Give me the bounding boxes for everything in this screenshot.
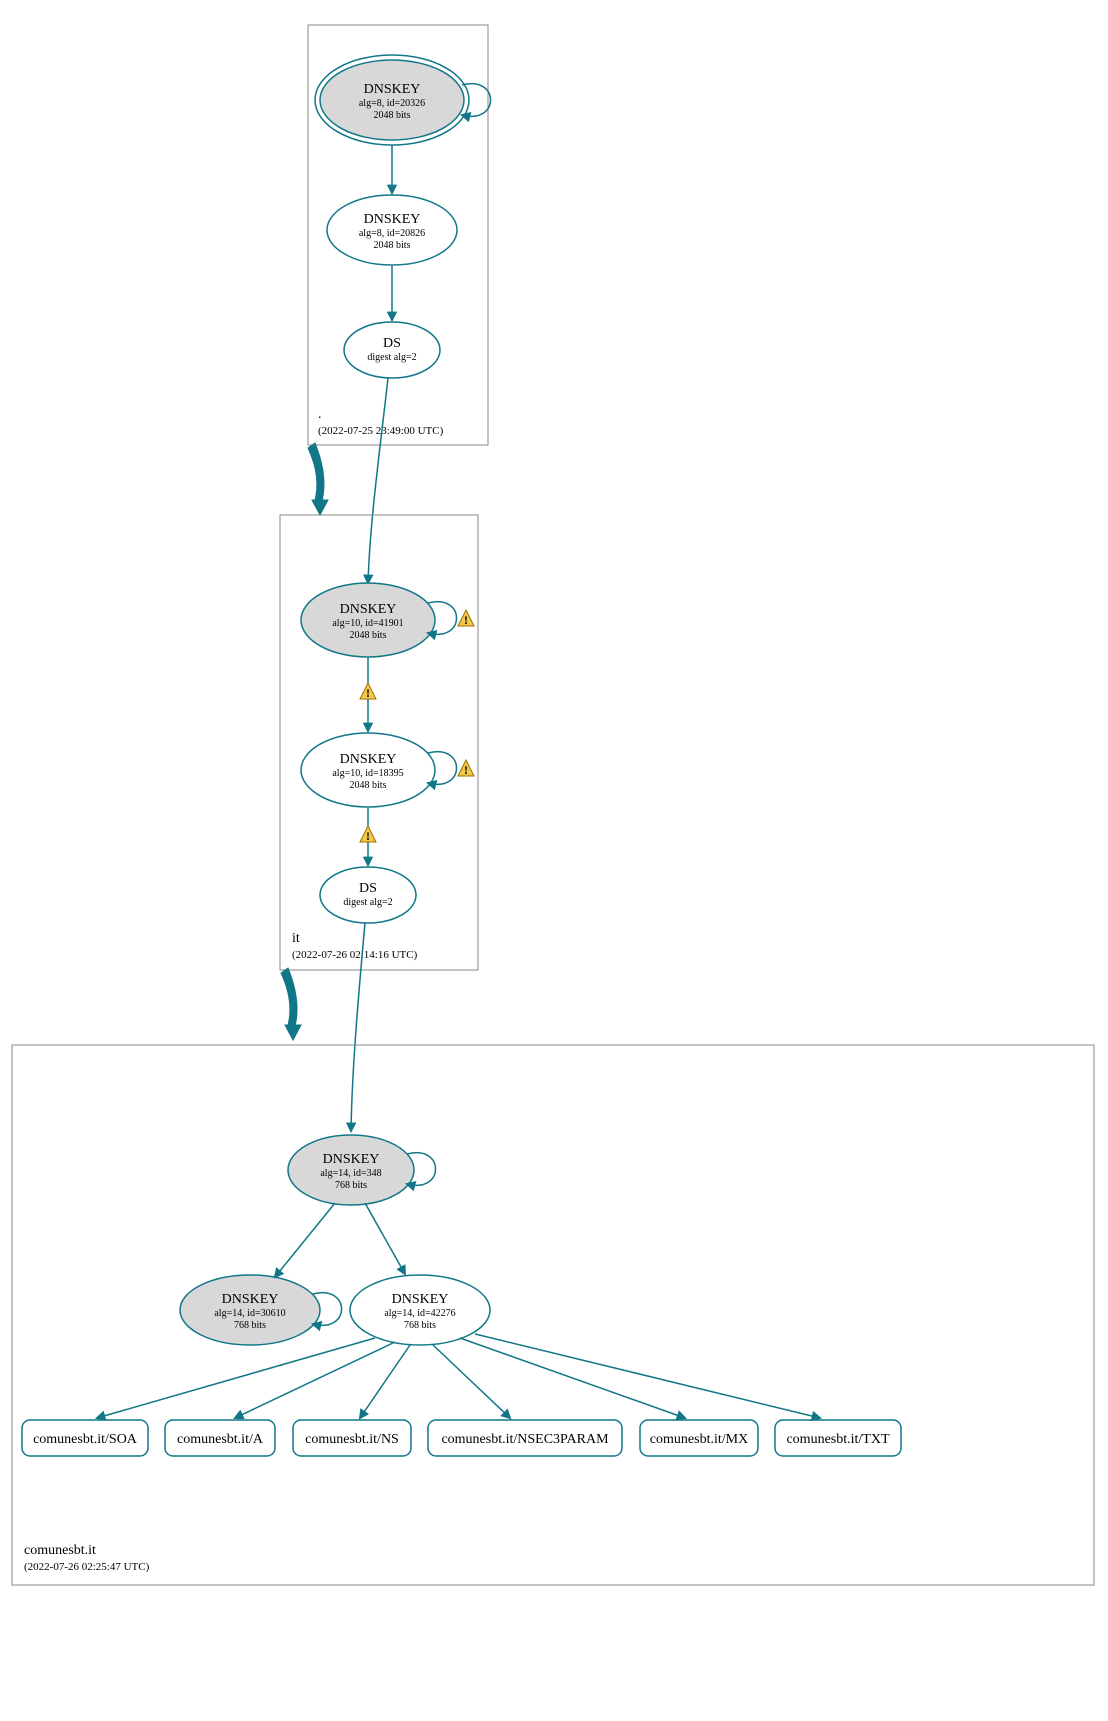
dnssec-chain-diagram: . (2022-07-25 23:49:00 UTC) DNSKEY alg=8…: [0, 0, 1108, 1721]
zone-domain-name: comunesbt.it: [24, 1543, 96, 1558]
rr-mx: comunesbt.it/MX: [640, 1420, 758, 1456]
zone-domain-box: [12, 1045, 1094, 1585]
node-root-ksk: DNSKEY alg=8, id=20326 2048 bits: [315, 55, 469, 145]
svg-text:768 bits: 768 bits: [335, 1180, 367, 1191]
zone-domain-timestamp: (2022-07-26 02:25:47 UTC): [24, 1561, 150, 1573]
node-dom-zsk2: DNSKEY alg=14, id=42276 768 bits: [350, 1275, 490, 1345]
svg-text:768 bits: 768 bits: [404, 1320, 436, 1331]
zone-it-name: it: [292, 931, 300, 946]
warning-icon: !: [360, 683, 376, 700]
node-root-ds: DS digest alg=2: [344, 322, 440, 378]
edge-zsk2-a: [235, 1342, 395, 1418]
rr-txt: comunesbt.it/TXT: [775, 1420, 901, 1456]
svg-text:DS: DS: [383, 336, 401, 351]
edge-dom-ksk-zsk2: [365, 1203, 405, 1274]
delegation-arrow-it-domain: [281, 968, 297, 1033]
svg-text:DNSKEY: DNSKEY: [392, 1292, 449, 1307]
svg-text:comunesbt.it/SOA: comunesbt.it/SOA: [33, 1432, 138, 1447]
rr-ns: comunesbt.it/NS: [293, 1420, 411, 1456]
svg-text:2048 bits: 2048 bits: [374, 110, 411, 121]
zone-root-name: .: [318, 407, 322, 422]
svg-text:DS: DS: [359, 881, 377, 896]
warning-icon: !: [360, 826, 376, 843]
edge-zsk2-ns: [360, 1345, 410, 1418]
svg-text:alg=8, id=20826: alg=8, id=20826: [359, 228, 425, 239]
warning-icon: !: [458, 760, 474, 777]
rr-nsec3param: comunesbt.it/NSEC3PARAM: [428, 1420, 622, 1456]
svg-text:alg=14, id=30610: alg=14, id=30610: [214, 1308, 285, 1319]
node-it-ds: DS digest alg=2: [320, 867, 416, 923]
svg-text:!: !: [366, 829, 370, 843]
node-root-zsk: DNSKEY alg=8, id=20826 2048 bits: [327, 195, 457, 265]
edge-root-ds-it-ksk: [368, 378, 388, 583]
zone-it-timestamp: (2022-07-26 02:14:16 UTC): [292, 949, 418, 961]
svg-text:2048 bits: 2048 bits: [350, 630, 387, 641]
svg-text:!: !: [366, 686, 370, 700]
svg-text:DNSKEY: DNSKEY: [222, 1292, 279, 1307]
svg-text:alg=14, id=348: alg=14, id=348: [320, 1168, 381, 1179]
svg-text:DNSKEY: DNSKEY: [340, 752, 397, 767]
node-dom-zsk1: DNSKEY alg=14, id=30610 768 bits: [180, 1275, 320, 1345]
svg-text:comunesbt.it/TXT: comunesbt.it/TXT: [786, 1432, 889, 1447]
svg-text:comunesbt.it/NS: comunesbt.it/NS: [305, 1432, 399, 1447]
node-it-ksk: DNSKEY alg=10, id=41901 2048 bits: [301, 583, 435, 657]
svg-text:digest alg=2: digest alg=2: [367, 352, 416, 363]
svg-text:DNSKEY: DNSKEY: [340, 602, 397, 617]
svg-text:2048 bits: 2048 bits: [374, 240, 411, 251]
svg-text:DNSKEY: DNSKEY: [364, 82, 421, 97]
svg-text:768 bits: 768 bits: [234, 1320, 266, 1331]
svg-text:comunesbt.it/A: comunesbt.it/A: [177, 1432, 264, 1447]
node-dom-ksk: DNSKEY alg=14, id=348 768 bits: [288, 1135, 414, 1205]
svg-text:2048 bits: 2048 bits: [350, 780, 387, 791]
delegation-arrow-root-it: [308, 443, 324, 508]
svg-text:comunesbt.it/NSEC3PARAM: comunesbt.it/NSEC3PARAM: [441, 1432, 609, 1447]
svg-text:DNSKEY: DNSKEY: [323, 1152, 380, 1167]
rr-soa: comunesbt.it/SOA: [22, 1420, 148, 1456]
rr-a: comunesbt.it/A: [165, 1420, 275, 1456]
svg-text:!: !: [464, 763, 468, 777]
edge-zsk2-nsec3p: [432, 1344, 510, 1418]
svg-text:!: !: [464, 613, 468, 627]
edge-zsk2-mx: [460, 1338, 685, 1418]
edge-dom-ksk-zsk1: [275, 1203, 335, 1277]
svg-text:alg=8, id=20326: alg=8, id=20326: [359, 98, 425, 109]
warning-icon: !: [458, 610, 474, 627]
svg-text:alg=14, id=42276: alg=14, id=42276: [384, 1308, 455, 1319]
svg-text:digest alg=2: digest alg=2: [343, 897, 392, 908]
svg-text:DNSKEY: DNSKEY: [364, 212, 421, 227]
svg-text:alg=10, id=18395: alg=10, id=18395: [332, 768, 403, 779]
svg-text:comunesbt.it/MX: comunesbt.it/MX: [650, 1432, 748, 1447]
svg-text:alg=10, id=41901: alg=10, id=41901: [332, 618, 403, 629]
node-it-zsk: DNSKEY alg=10, id=18395 2048 bits: [301, 733, 435, 807]
edge-zsk2-soa: [97, 1338, 375, 1418]
